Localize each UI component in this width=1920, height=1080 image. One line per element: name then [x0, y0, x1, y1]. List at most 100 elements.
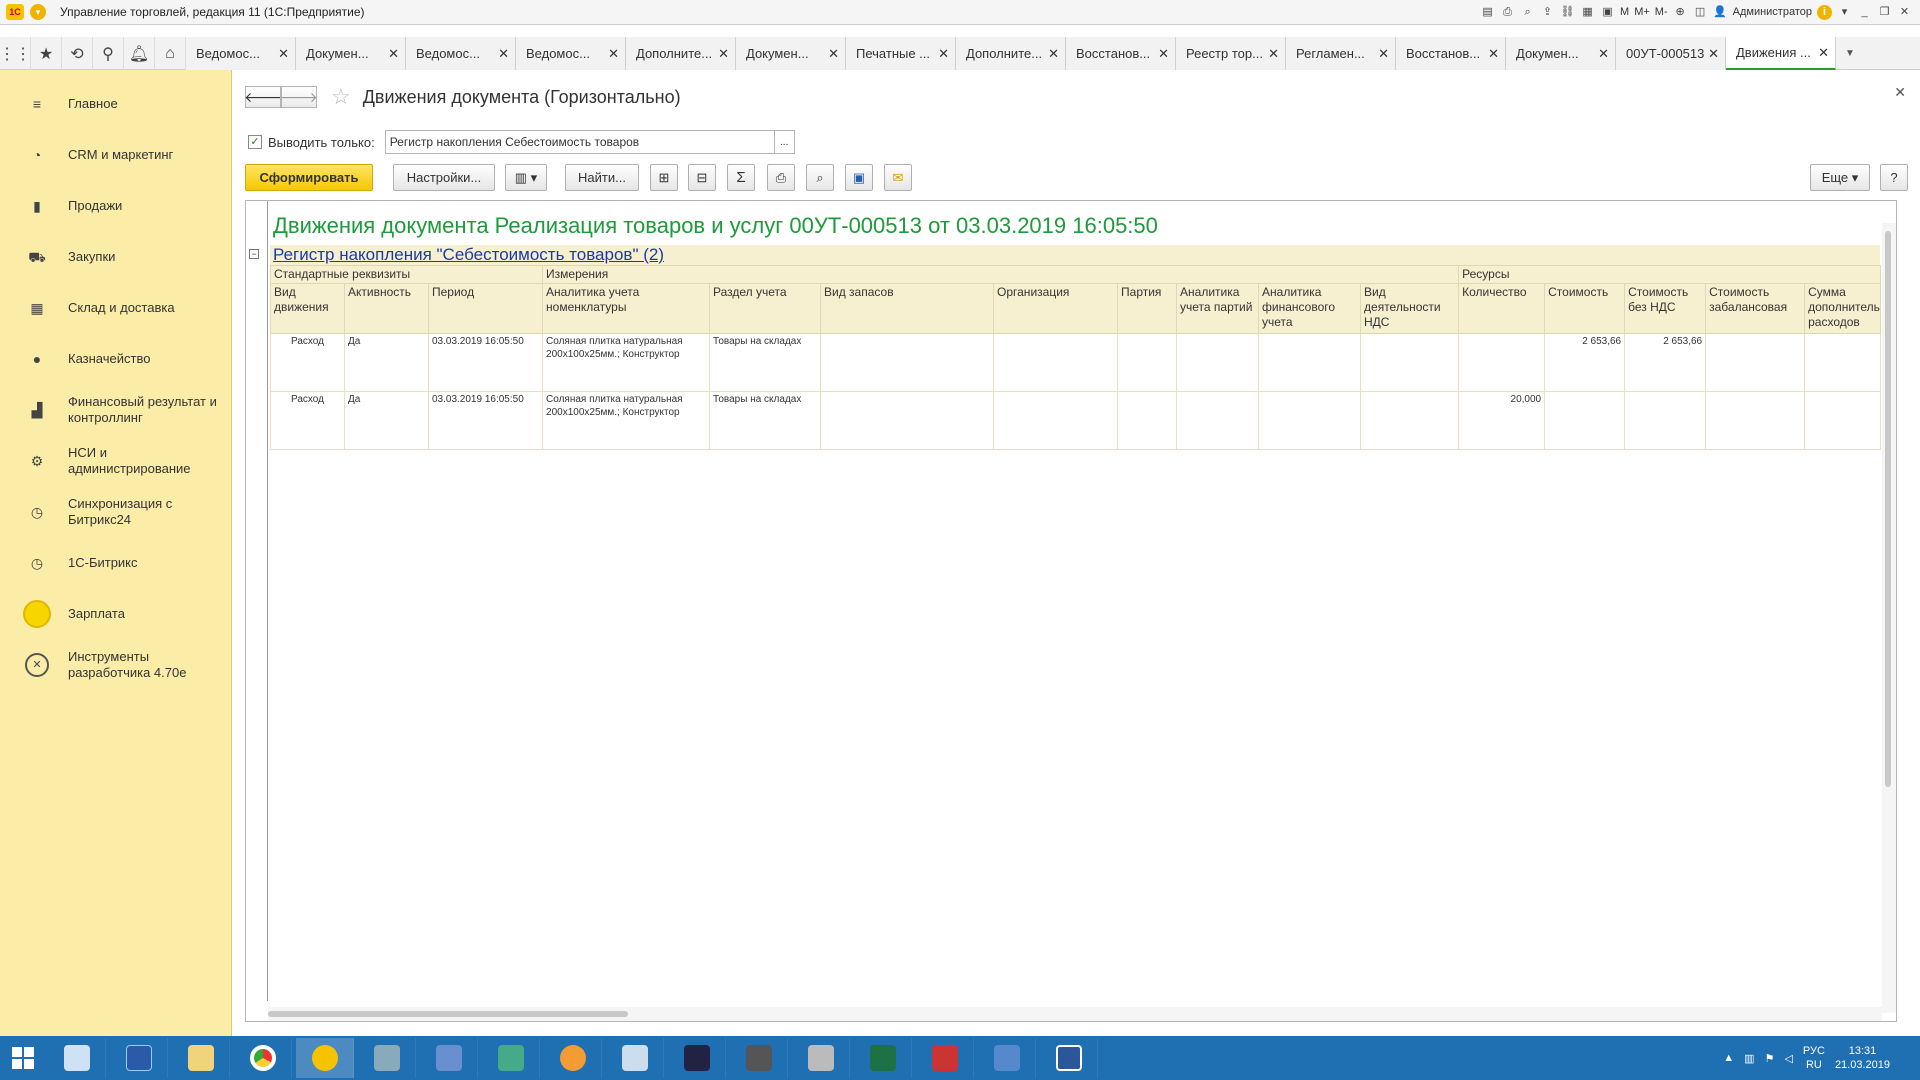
tab-item[interactable]: Докумен... ✕	[736, 37, 846, 70]
table-row[interactable]: Расход Да 03.03.2019 16:05:50 Соляная пл…	[270, 391, 1882, 450]
table-cell[interactable]: Соляная плитка натуральная 200х100х25мм.…	[542, 391, 711, 450]
filter-checkbox[interactable]: ✓	[248, 135, 262, 149]
taskbar-app[interactable]	[1040, 1038, 1098, 1078]
table-cell[interactable]	[1258, 333, 1362, 392]
history-icon[interactable]: ⟲	[62, 37, 93, 70]
table-cell[interactable]: 03.03.2019 16:05:50	[427, 391, 544, 450]
more-button[interactable]: Еще ▾	[1810, 164, 1870, 191]
choose-button[interactable]: ...	[774, 130, 795, 154]
tab-item[interactable]: Ведомос... ✕	[186, 37, 296, 70]
apps-grid-icon[interactable]: ⋮⋮	[0, 37, 31, 70]
help-button[interactable]: ?	[1880, 164, 1908, 191]
table-cell[interactable]: Расход	[270, 333, 345, 392]
flag-icon[interactable]: ⚑	[1765, 1052, 1775, 1065]
tab-item[interactable]: Дополните... ✕	[626, 37, 736, 70]
close-tab-icon[interactable]: ✕	[1598, 46, 1609, 62]
dropdown-icon[interactable]: ▾	[1837, 5, 1852, 20]
home-icon[interactable]: ⌂	[155, 37, 186, 70]
tab-item-active[interactable]: Движения ... ✕	[1726, 37, 1836, 70]
close-tab-icon[interactable]: ✕	[278, 46, 289, 62]
sidebar-item-sales[interactable]: ▮ Продажи	[0, 180, 231, 231]
table-cell[interactable]: 2 653,66	[1544, 333, 1626, 392]
close-tab-icon[interactable]: ✕	[608, 46, 619, 62]
tab-item[interactable]: Ведомос... ✕	[516, 37, 626, 70]
settings-button[interactable]: Настройки...	[393, 164, 495, 191]
table-cell[interactable]	[1804, 333, 1882, 392]
memory-button[interactable]: M	[1620, 6, 1629, 18]
tab-item[interactable]: Регламен... ✕	[1286, 37, 1396, 70]
panels-icon[interactable]: ◫	[1693, 5, 1708, 20]
preview-button[interactable]: ⌕	[806, 164, 834, 191]
calendar-icon[interactable]: ▣	[1600, 5, 1615, 20]
memory-minus-button[interactable]: M-	[1655, 6, 1668, 18]
table-cell[interactable]	[1176, 333, 1260, 392]
favorite-star-icon[interactable]: ☆	[331, 84, 351, 110]
taskbar-app[interactable]	[296, 1038, 354, 1078]
sidebar-item-salary[interactable]: Зарплата	[0, 588, 231, 639]
language-indicator[interactable]: РУС RU	[1803, 1044, 1825, 1072]
table-cell[interactable]: 03.03.2019 16:05:50	[427, 333, 544, 392]
table-cell[interactable]	[1624, 391, 1707, 450]
close-tab-icon[interactable]: ✕	[1488, 46, 1499, 62]
taskbar-app[interactable]	[172, 1038, 230, 1078]
preview-icon[interactable]: ⌕	[1520, 5, 1535, 20]
tab-item[interactable]: Дополните... ✕	[956, 37, 1066, 70]
find-button[interactable]: Найти...	[565, 164, 639, 191]
sidebar-item-purchases[interactable]: ⛟ Закупки	[0, 231, 231, 282]
close-tab-icon[interactable]: ✕	[388, 46, 399, 62]
scroll-thumb[interactable]	[268, 1011, 628, 1017]
volume-icon[interactable]: ◁	[1784, 1052, 1792, 1065]
print-button[interactable]: ⎙	[767, 164, 795, 191]
taskbar-app[interactable]	[110, 1038, 168, 1078]
sidebar-item-treasury[interactable]: ● Казначейство	[0, 333, 231, 384]
variants-button[interactable]: ▥ ▾	[505, 164, 547, 191]
restore-icon[interactable]: ❐	[1877, 5, 1892, 20]
sidebar-item-crm[interactable]: ◔ CRM и маркетинг	[0, 129, 231, 180]
close-form-icon[interactable]: ✕	[1894, 84, 1906, 101]
close-tab-icon[interactable]: ✕	[938, 46, 949, 62]
table-cell[interactable]	[1258, 391, 1362, 450]
table-cell[interactable]	[1360, 391, 1460, 450]
table-cell[interactable]: Да	[344, 333, 429, 392]
table-row[interactable]: Расход Да 03.03.2019 16:05:50 Соляная пл…	[270, 333, 1882, 392]
memory-plus-button[interactable]: M+	[1634, 6, 1650, 18]
network-status-icon[interactable]: ▥	[1744, 1052, 1754, 1065]
table-cell[interactable]	[1544, 391, 1626, 450]
start-button[interactable]	[0, 1036, 46, 1080]
search-icon[interactable]: ⚲	[93, 37, 124, 70]
table-cell[interactable]	[820, 333, 995, 392]
vertical-scrollbar[interactable]	[1882, 223, 1896, 1013]
tray-expand-icon[interactable]: ▲	[1723, 1052, 1734, 1064]
forward-button[interactable]: 🡒	[280, 86, 318, 108]
table-cell[interactable]	[993, 333, 1119, 392]
upload-icon[interactable]: ⇪	[1540, 5, 1555, 20]
taskbar-app[interactable]	[234, 1038, 292, 1078]
table-cell[interactable]	[1117, 333, 1178, 392]
table-cell[interactable]: Товары на складах	[709, 391, 822, 450]
table-cell[interactable]: 20,000	[1458, 391, 1546, 450]
collapse-groups-button[interactable]: ⊟	[688, 164, 716, 191]
close-window-icon[interactable]: ✕	[1897, 5, 1912, 20]
save-button[interactable]: ▣	[845, 164, 873, 191]
table-cell[interactable]	[1117, 391, 1178, 450]
taskbar-app[interactable]	[792, 1038, 850, 1078]
current-user[interactable]: Администратор	[1733, 6, 1812, 18]
tabs-overflow-icon[interactable]: ▼	[1836, 37, 1864, 69]
register-link[interactable]: Регистр накопления "Себестоимость товаро…	[273, 245, 664, 265]
taskbar-app[interactable]	[544, 1038, 602, 1078]
table-cell[interactable]	[1705, 391, 1806, 450]
sidebar-item-main[interactable]: ≡ Главное	[0, 78, 231, 129]
save-icon[interactable]: ▤	[1480, 5, 1495, 20]
table-cell[interactable]: Товары на складах	[709, 333, 822, 392]
expand-groups-button[interactable]: ⊞	[650, 164, 678, 191]
minimize-icon[interactable]: _	[1857, 5, 1872, 20]
favorites-star-icon[interactable]: ★	[31, 37, 62, 70]
taskbar-app[interactable]	[606, 1038, 664, 1078]
close-tab-icon[interactable]: ✕	[828, 46, 839, 62]
taskbar-app[interactable]	[482, 1038, 540, 1078]
table-cell[interactable]	[1176, 391, 1260, 450]
taskbar-app[interactable]	[668, 1038, 726, 1078]
collapse-group-icon[interactable]: −	[249, 249, 259, 259]
clock[interactable]: 13:31 21.03.2019	[1835, 1044, 1890, 1072]
table-cell[interactable]	[1458, 333, 1546, 392]
